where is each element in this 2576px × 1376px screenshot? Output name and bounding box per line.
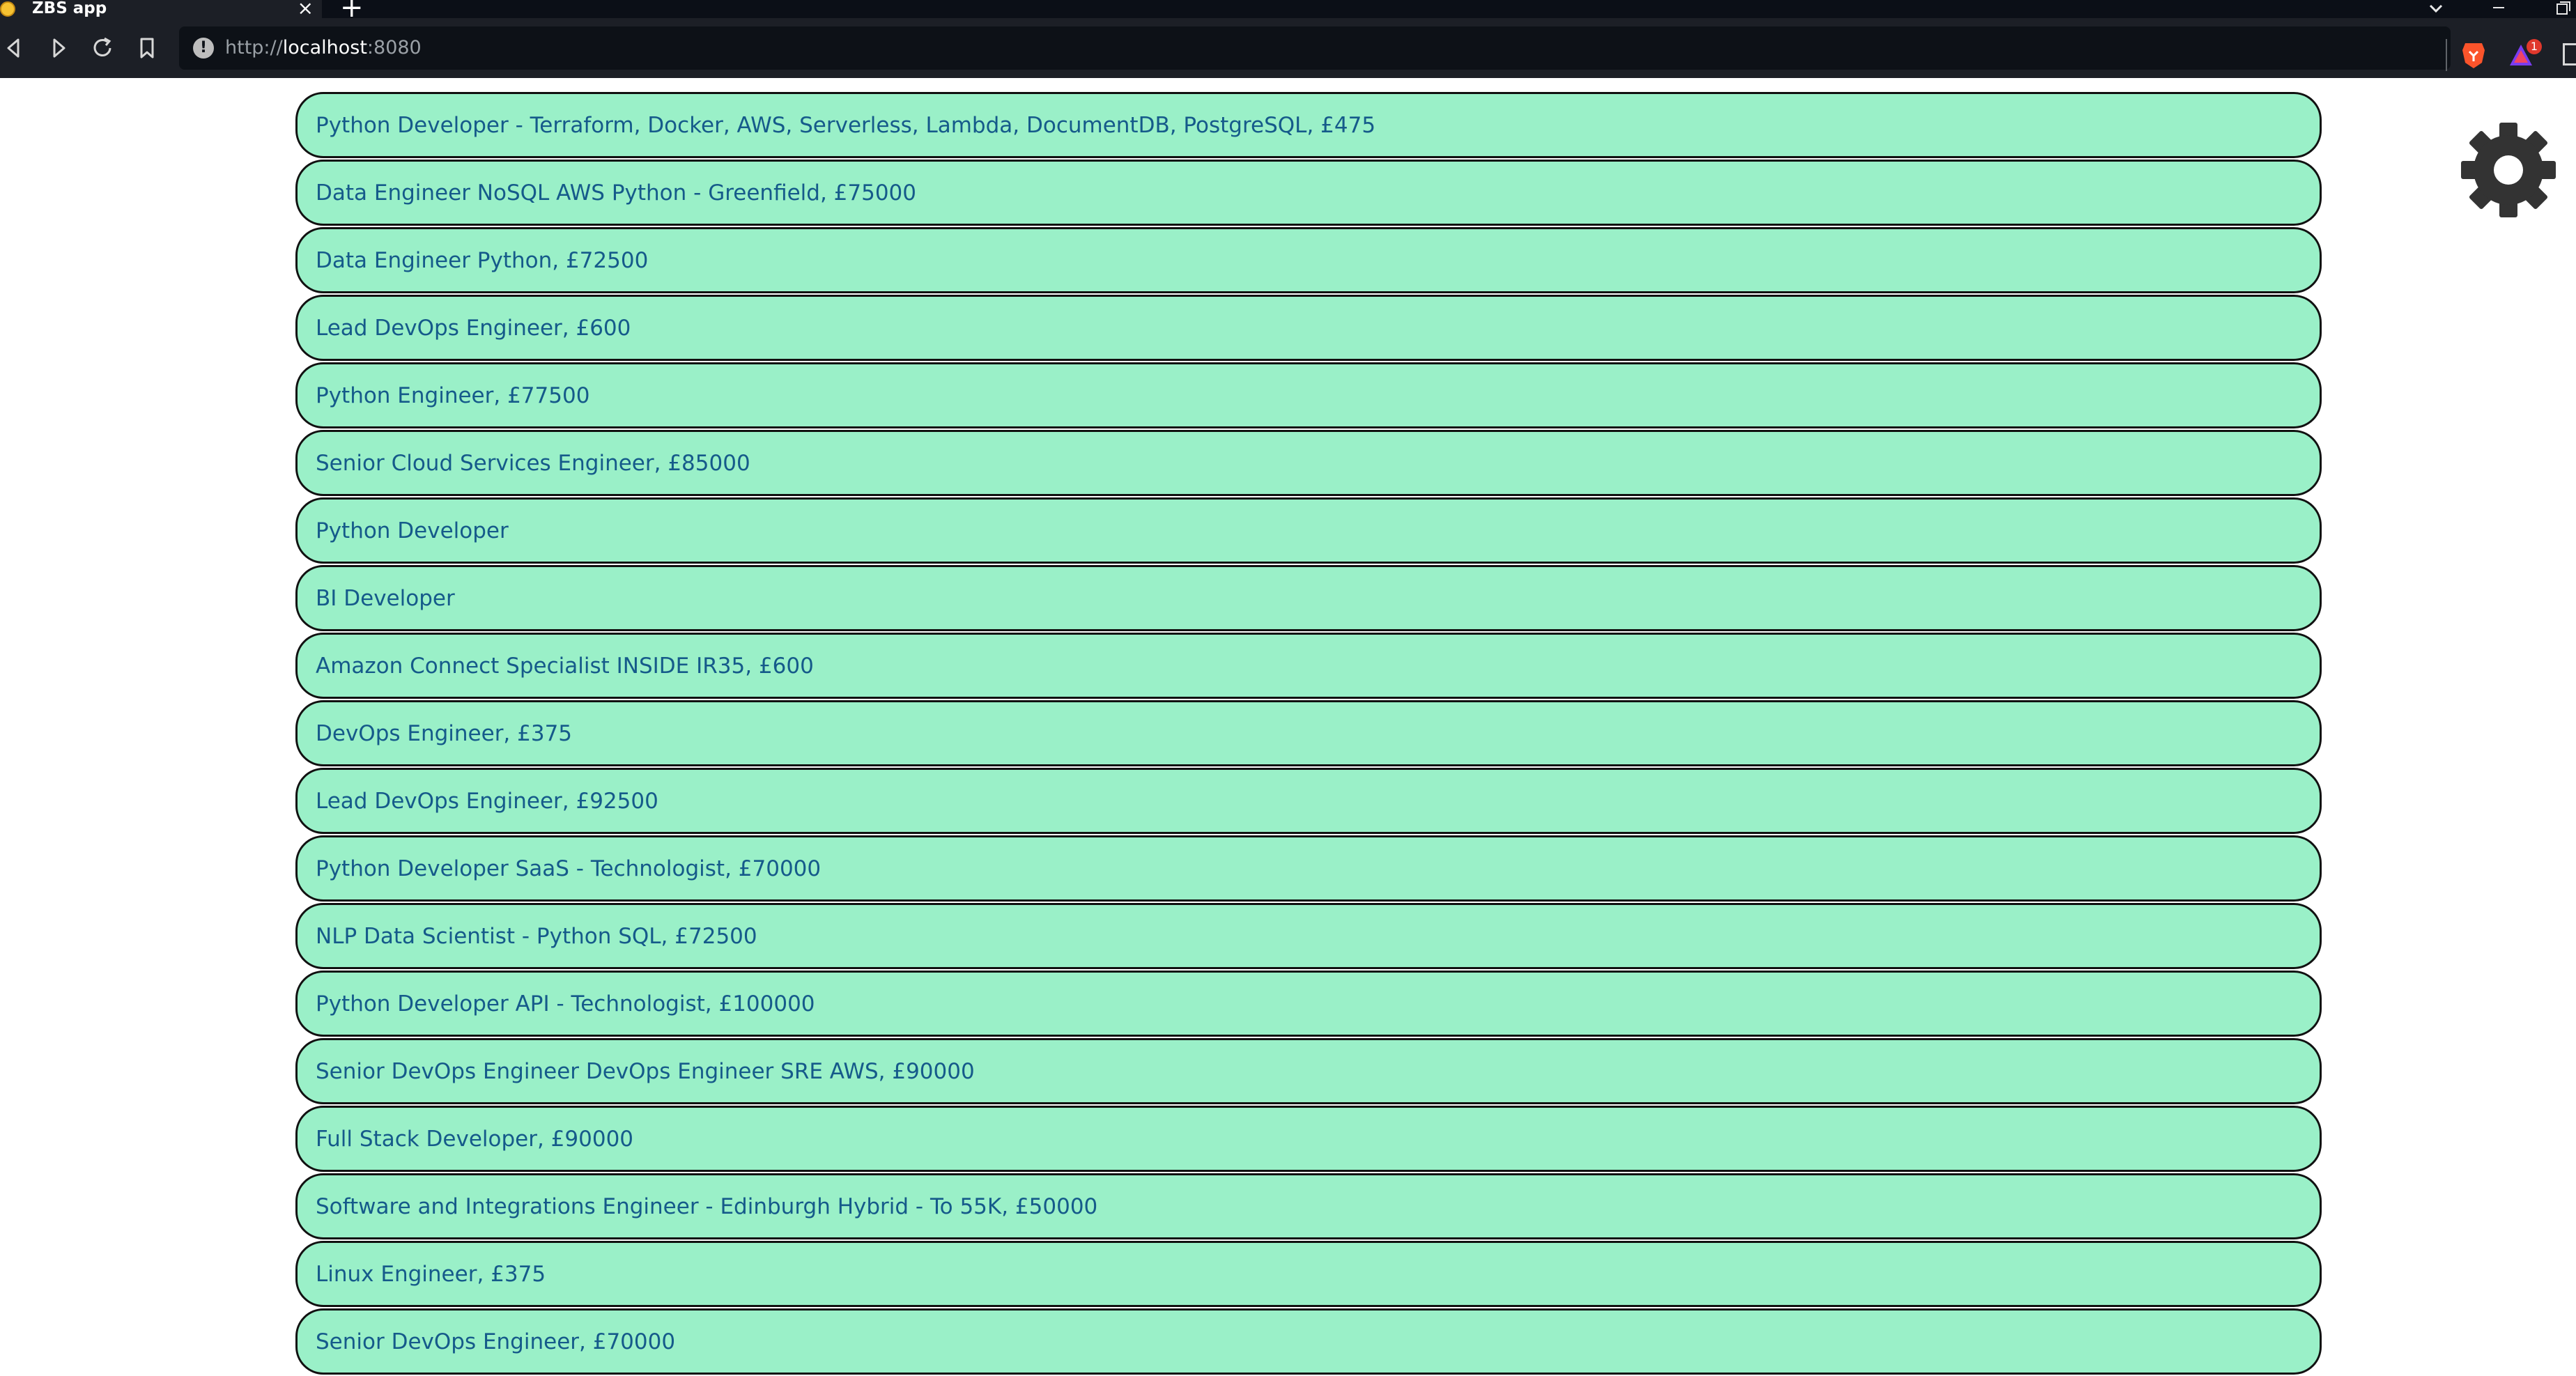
job-link[interactable]: Data Engineer Python, £72500 (316, 248, 648, 273)
job-link[interactable]: Python Developer - Terraform, Docker, AW… (316, 113, 1375, 138)
job-link[interactable]: Senior Cloud Services Engineer, £85000 (316, 451, 750, 476)
list-item[interactable]: Senior DevOps Engineer DevOps Engineer S… (295, 1038, 2322, 1104)
list-item[interactable]: Full Stack Developer, £90000 (295, 1106, 2322, 1172)
address-bar[interactable]: ! http://localhost:8080 (179, 26, 2451, 70)
list-item[interactable]: Lead DevOps Engineer, £92500 (295, 768, 2322, 834)
job-link[interactable]: Lead DevOps Engineer, £600 (316, 316, 631, 341)
list-item[interactable]: Python Developer SaaS - Technologist, £7… (295, 835, 2322, 902)
list-item[interactable]: Lead DevOps Engineer, £600 (295, 295, 2322, 361)
url-host: localhost (282, 37, 367, 59)
bookmark-icon[interactable] (130, 31, 164, 65)
job-link[interactable]: Linux Engineer, £375 (316, 1262, 546, 1287)
new-tab-button[interactable]: + (340, 0, 364, 22)
minimize-icon[interactable] (2489, 0, 2508, 18)
job-list: Python Developer - Terraform, Docker, AW… (295, 92, 2322, 1376)
brave-lion-icon[interactable] (2460, 39, 2488, 71)
url-text[interactable]: http://localhost:8080 (225, 26, 422, 70)
list-item[interactable]: NLP Data Scientist - Python SQL, £72500 (295, 903, 2322, 969)
job-link[interactable]: Software and Integrations Engineer - Edi… (316, 1194, 1097, 1219)
reload-icon[interactable] (85, 31, 120, 65)
forward-arrow-icon[interactable] (40, 31, 75, 65)
job-link[interactable]: BI Developer (316, 586, 455, 611)
list-item[interactable]: Linux Engineer, £375 (295, 1241, 2322, 1307)
list-item[interactable]: Python Developer - Terraform, Docker, AW… (295, 92, 2322, 158)
toolbar-divider (2446, 39, 2447, 71)
list-item[interactable]: Data Engineer NoSQL AWS Python - Greenfi… (295, 160, 2322, 226)
browser-tab-bar: ZBS app × + (0, 0, 2576, 22)
list-item[interactable]: Python Developer API - Technologist, £10… (295, 971, 2322, 1037)
list-item[interactable]: Senior DevOps Engineer, £70000 (295, 1308, 2322, 1375)
job-link[interactable]: Lead DevOps Engineer, £92500 (316, 789, 658, 814)
back-arrow-icon[interactable] (0, 31, 32, 65)
list-item[interactable]: Software and Integrations Engineer - Edi… (295, 1173, 2322, 1239)
job-link[interactable]: Amazon Connect Specialist INSIDE IR35, £… (316, 654, 814, 679)
list-item[interactable]: DevOps Engineer, £375 (295, 700, 2322, 766)
browser-tab[interactable]: ZBS app × (0, 0, 322, 18)
job-link[interactable]: Full Stack Developer, £90000 (316, 1127, 633, 1152)
job-link[interactable]: Data Engineer NoSQL AWS Python - Greenfi… (316, 180, 916, 206)
info-icon[interactable]: ! (193, 38, 214, 59)
list-item[interactable]: Amazon Connect Specialist INSIDE IR35, £… (295, 633, 2322, 699)
url-scheme: http:// (225, 37, 283, 59)
tab-close-button[interactable]: × (298, 0, 314, 18)
favicon-icon (0, 1, 15, 17)
tab-title: ZBS app (32, 0, 107, 17)
job-link[interactable]: Python Developer SaaS - Technologist, £7… (316, 856, 821, 881)
list-item[interactable]: Python Engineer, £77500 (295, 362, 2322, 428)
list-item[interactable]: Python Developer (295, 497, 2322, 564)
rewards-badge: 1 (2527, 39, 2542, 54)
chevron-down-icon[interactable] (2426, 0, 2446, 18)
sidebar-toggle-icon[interactable] (2563, 43, 2576, 65)
job-link[interactable]: Python Developer API - Technologist, £10… (316, 991, 815, 1016)
job-link[interactable]: DevOps Engineer, £375 (316, 721, 572, 746)
job-link[interactable]: NLP Data Scientist - Python SQL, £72500 (316, 924, 757, 949)
job-link[interactable]: Senior DevOps Engineer, £70000 (316, 1329, 675, 1354)
job-link[interactable]: Senior DevOps Engineer DevOps Engineer S… (316, 1059, 975, 1084)
page-content: Python Developer - Terraform, Docker, AW… (0, 78, 2576, 1375)
job-link[interactable]: Python Developer (316, 518, 509, 543)
url-port: :8080 (367, 37, 422, 59)
job-link[interactable]: Python Engineer, £77500 (316, 383, 589, 408)
list-item[interactable]: Senior Cloud Services Engineer, £85000 (295, 430, 2322, 496)
list-item[interactable]: BI Developer (295, 565, 2322, 631)
restore-icon[interactable] (2552, 0, 2576, 18)
gear-icon[interactable] (2460, 121, 2557, 219)
rewards-triangle-icon[interactable]: 1 (2507, 39, 2542, 71)
list-item[interactable]: Data Engineer Python, £72500 (295, 227, 2322, 293)
browser-toolbar: ! http://localhost:8080 1 (0, 18, 2576, 78)
